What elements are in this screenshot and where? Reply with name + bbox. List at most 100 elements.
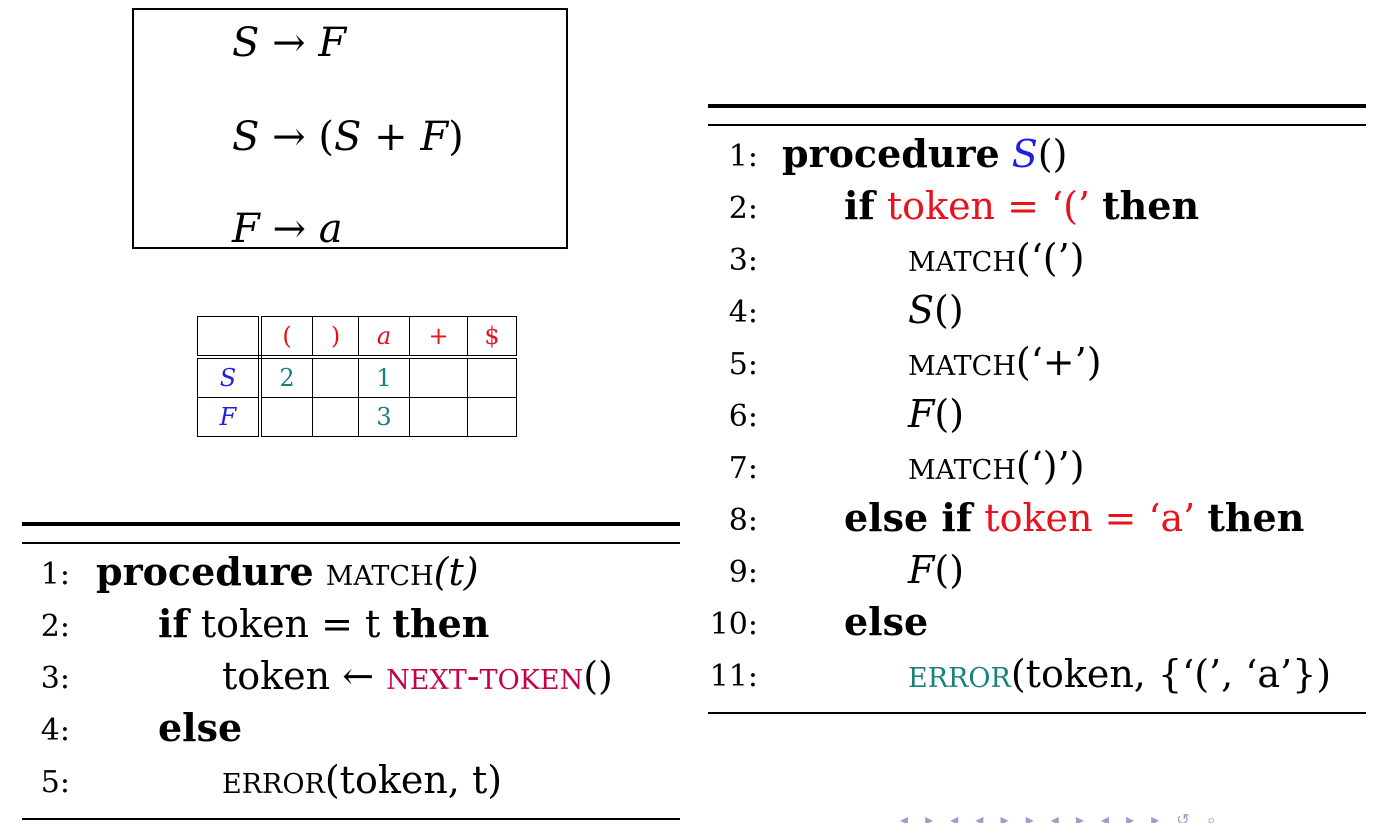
line-number: 5:: [728, 347, 758, 382]
grammar-rule-2: S → (S + F): [232, 114, 464, 160]
rule-arrow: →: [272, 114, 306, 160]
keyword: procedure: [96, 549, 314, 594]
next-token-call: next-token: [386, 654, 584, 698]
call-args: (‘)’): [1015, 444, 1085, 488]
f-call: F: [908, 392, 935, 436]
parse-table-row: S 2 1: [197, 356, 517, 398]
rule-rhs: F: [318, 20, 347, 66]
line-number: 2:: [728, 191, 758, 226]
grammar-rule-3: F → a: [232, 206, 343, 252]
nonterminal-label: F: [197, 397, 262, 437]
algo-line: match(‘(’): [908, 239, 1085, 277]
call-args: (token, t): [324, 758, 503, 802]
keyword: then: [1207, 495, 1305, 540]
call-args: (token, {‘(’, ‘a’}): [1010, 652, 1332, 696]
table-cell: [312, 397, 359, 437]
algo-top-rule: [22, 522, 680, 526]
line-number: 10:: [709, 607, 758, 642]
algo-line: F(): [908, 395, 964, 433]
line-number: 3:: [40, 661, 70, 696]
rule-lhs: F: [232, 206, 260, 252]
keyword: else if: [844, 495, 973, 540]
rule-rhs: a: [318, 206, 343, 252]
line-number: 2:: [40, 609, 70, 644]
rule-rhs-s: S: [333, 114, 362, 160]
s-call: S: [908, 288, 935, 332]
algo-line: F(): [908, 551, 964, 589]
algo-bottom-rule: [708, 712, 1366, 714]
algo-line: if token = t then: [158, 602, 489, 646]
grammar-rule-1: S → F: [232, 20, 346, 66]
error-call: error: [908, 652, 1011, 696]
rule-paren: (: [318, 114, 334, 160]
grammar-box: S → F S → (S + F) F → a: [132, 8, 568, 252]
algo-line: error(token, t): [222, 761, 502, 799]
algo-line: token ← next-token(): [222, 657, 613, 695]
procedure-name: S: [1011, 132, 1038, 176]
table-cell: [312, 356, 359, 398]
line-number: 5:: [40, 765, 70, 800]
procedure-args: (): [1037, 132, 1068, 176]
line-number: 11:: [709, 659, 758, 694]
beamer-navigation-icons[interactable]: ◂ ▸ ◂ ◂ ▸ ▸ ◂ ▸ ◂ ▸ ▸ ↺ ⌕: [900, 810, 1380, 823]
table-cell: 1: [358, 356, 410, 398]
keyword: if: [158, 601, 189, 646]
rule-lhs: S: [232, 20, 260, 66]
call-args: (): [583, 654, 613, 698]
parse-table-header: ( ) a + $: [197, 316, 517, 359]
line-number: 4:: [728, 295, 758, 330]
match-call: match: [908, 444, 1016, 488]
condition: token = ‘a’: [984, 496, 1196, 540]
terminal-header: ): [312, 316, 359, 359]
algo-line: match(‘+’): [908, 343, 1102, 381]
line-number: 6:: [728, 399, 758, 434]
algo-line: match(‘)’): [908, 447, 1085, 485]
rule-paren: ): [448, 114, 464, 160]
rule-arrow: →: [272, 206, 306, 252]
keyword: if: [844, 183, 875, 228]
algo-line: procedure match(t): [96, 550, 479, 594]
parse-table-row: F 3: [197, 397, 517, 437]
line-number: 4:: [40, 713, 70, 748]
condition: token = t: [200, 602, 381, 646]
terminal-header: +: [409, 316, 468, 359]
line-number: 3:: [728, 243, 758, 278]
terminal-header: (: [259, 316, 313, 359]
algo-rule: [22, 542, 680, 544]
match-call: match: [908, 236, 1016, 280]
table-cell: [259, 397, 313, 437]
rule-arrow: →: [272, 20, 306, 66]
algo-line: error(token, {‘(’, ‘a’}): [908, 655, 1331, 693]
keyword: procedure: [782, 131, 1000, 176]
call-args: (): [934, 288, 964, 332]
table-cell: [409, 356, 468, 398]
terminal-header: $: [467, 316, 517, 359]
line-number: 7:: [728, 451, 758, 486]
call-args: (‘+’): [1015, 340, 1102, 384]
parse-table: ( ) a + $ S 2 1 F 3: [197, 316, 517, 437]
algo-line: procedure S(): [782, 132, 1068, 176]
rule-lhs: S: [232, 114, 260, 160]
table-cell: 2: [259, 356, 313, 398]
corner-cell: [197, 316, 262, 359]
match-call: match: [908, 340, 1016, 384]
assignment: token ←: [222, 654, 375, 698]
algo-line: if token = ‘(’ then: [844, 184, 1199, 228]
terminal-header: a: [358, 316, 410, 359]
procedure-name: match: [325, 550, 434, 594]
algo-line: else if token = ‘a’ then: [844, 496, 1304, 540]
table-cell: 3: [358, 397, 410, 437]
nonterminal-label: S: [197, 356, 262, 398]
call-args: (): [934, 548, 965, 592]
table-cell: [467, 356, 517, 398]
keyword: then: [392, 601, 490, 646]
f-call: F: [908, 548, 935, 592]
procedure-args: (t): [433, 550, 479, 594]
condition: token = ‘(’: [886, 184, 1091, 228]
keyword: else: [844, 599, 929, 644]
line-number: 8:: [728, 503, 758, 538]
error-call: error: [222, 758, 325, 802]
keyword: else: [158, 705, 243, 750]
algo-top-rule: [708, 104, 1366, 108]
table-cell: [409, 397, 468, 437]
